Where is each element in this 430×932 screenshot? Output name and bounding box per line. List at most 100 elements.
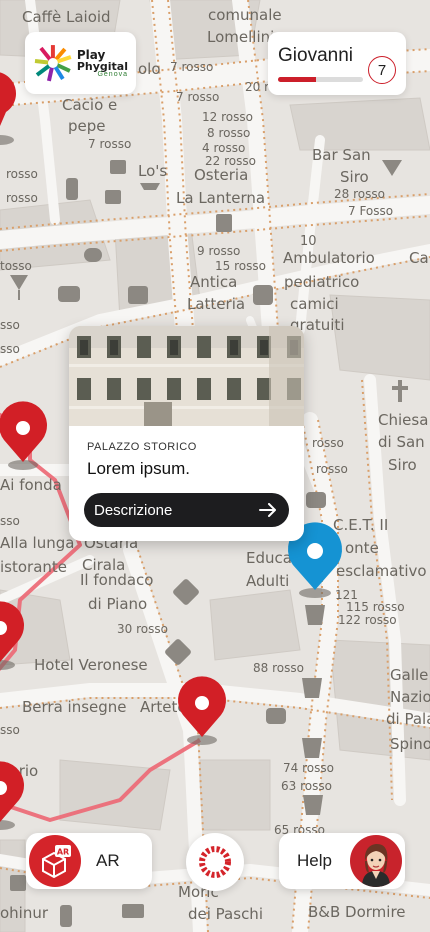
map-label: sso bbox=[0, 514, 20, 528]
basket-icon bbox=[266, 708, 286, 724]
map-label: Ambulatorio bbox=[283, 249, 375, 267]
map-label: La Lanterna bbox=[176, 189, 265, 207]
map-label: esclamativo bbox=[336, 562, 427, 580]
map-label: sso bbox=[0, 723, 20, 737]
map-label: 12 rosso bbox=[202, 110, 253, 124]
restaurant-icon-3 bbox=[10, 875, 26, 891]
map-label: Berra insegne bbox=[22, 698, 127, 716]
map-label: di Pala bbox=[386, 710, 430, 728]
map-label: Ai fonda bbox=[0, 476, 62, 494]
ar-cube-icon: AR bbox=[42, 845, 71, 879]
map-label: Galle bbox=[390, 666, 428, 684]
map-label: Siro bbox=[388, 456, 417, 474]
map-label: sso bbox=[0, 342, 20, 356]
map-label: 7 Fosso bbox=[348, 204, 393, 218]
map-label: 28 rosso bbox=[334, 187, 385, 201]
bottle-icon-2 bbox=[60, 905, 72, 927]
arrow-right-icon bbox=[259, 503, 276, 517]
map-label: Chiesa bbox=[378, 411, 428, 429]
poi-category: PALAZZO STORICO bbox=[87, 441, 197, 453]
help-label: Help bbox=[297, 851, 332, 870]
map-label: Siro bbox=[340, 168, 369, 186]
map-label: Latteria bbox=[187, 295, 245, 313]
map-label: Adulti bbox=[246, 572, 289, 590]
map-label: tosso bbox=[0, 259, 32, 273]
poi-title: Lorem ipsum. bbox=[87, 459, 190, 478]
map-label: ohinur bbox=[0, 904, 49, 922]
map-label: di San bbox=[378, 433, 425, 451]
shirt-icon-3 bbox=[302, 738, 322, 758]
map-label: rosso bbox=[316, 462, 348, 476]
logo-mark-icon bbox=[34, 45, 72, 82]
map-label: 88 rosso bbox=[253, 661, 304, 675]
map-label: di Piano bbox=[88, 595, 147, 613]
fork-knife-icon bbox=[110, 160, 126, 174]
map-label: Cacio e bbox=[62, 96, 117, 114]
map-label: rosso bbox=[6, 167, 38, 181]
map-label: 8 rosso bbox=[207, 126, 250, 140]
mail-icon bbox=[122, 904, 144, 918]
map-label: rosso bbox=[6, 191, 38, 205]
map-label: 115 rosso bbox=[346, 600, 405, 614]
shirt-icon-4 bbox=[303, 795, 323, 815]
help-button[interactable]: Help bbox=[279, 833, 405, 889]
shirt-icon bbox=[305, 605, 325, 625]
map-label: pepe bbox=[68, 117, 106, 135]
map-label: rosso bbox=[312, 436, 344, 450]
map-label: 15 rosso bbox=[215, 259, 266, 273]
map-label: sso bbox=[0, 318, 20, 332]
logo-line-3: Genova bbox=[97, 70, 128, 78]
locate-button[interactable] bbox=[186, 833, 244, 891]
user-level-badge: 7 bbox=[368, 56, 396, 84]
map-label: 7 rosso bbox=[176, 90, 219, 104]
user-progress-fill bbox=[278, 77, 317, 83]
assistant-avatar-icon bbox=[350, 835, 402, 887]
map-label: Alla lunga bbox=[0, 534, 74, 552]
svg-text:AR: AR bbox=[57, 848, 69, 857]
restaurant-icon-2 bbox=[216, 214, 232, 232]
ar-icon-circle: AR bbox=[29, 835, 81, 887]
user-name: Giovanni bbox=[278, 45, 353, 66]
map-label: 30 rosso bbox=[117, 622, 168, 636]
map-label: Caffè Laioid bbox=[22, 8, 111, 26]
map-label: 122 rosso bbox=[338, 613, 397, 627]
user-progress-bar bbox=[278, 77, 363, 83]
map-label: 10 bbox=[300, 234, 317, 249]
bed-icon bbox=[128, 286, 148, 304]
description-button-label: Descrizione bbox=[94, 501, 173, 519]
map-label: Lomellini bbox=[207, 28, 274, 46]
clinic-icon bbox=[253, 285, 273, 305]
bottle-icon bbox=[66, 178, 78, 200]
logo-wordmark: Play Phygital Genova bbox=[77, 49, 128, 78]
map-label: Il fondaco bbox=[80, 571, 153, 589]
ar-label: AR bbox=[96, 851, 120, 870]
map-label: Lo's bbox=[138, 162, 167, 180]
restaurant-icon bbox=[105, 190, 121, 204]
logo-line-1: Play bbox=[76, 47, 106, 62]
church-cross-v bbox=[398, 380, 402, 402]
map-label: istorante bbox=[0, 558, 67, 576]
map-label: 63 rosso bbox=[281, 779, 332, 793]
map-label: B&B Dormire bbox=[308, 903, 406, 921]
map-label: olo bbox=[138, 60, 161, 78]
map-label: 7 rosso bbox=[88, 137, 131, 151]
map-label: Nazio bbox=[390, 688, 430, 706]
locate-ring-icon bbox=[199, 846, 231, 878]
cocktail-stem bbox=[18, 290, 20, 300]
map-label: Hotel Veronese bbox=[34, 656, 148, 674]
map-label: Osteria bbox=[194, 166, 248, 184]
shirt-icon-2 bbox=[302, 678, 322, 698]
description-button[interactable]: Descrizione bbox=[84, 493, 289, 527]
app-logo[interactable]: Play Phygital Genova bbox=[25, 32, 136, 94]
map-label: Antica bbox=[190, 273, 237, 291]
map-label: Bar San bbox=[312, 146, 371, 164]
phone-icon bbox=[58, 286, 80, 302]
church-cross-h bbox=[392, 386, 408, 390]
map-label: 7 rosso bbox=[170, 60, 213, 74]
map-label: camici bbox=[290, 295, 339, 313]
poi-photo bbox=[69, 326, 304, 426]
user-profile-card[interactable]: Giovanni 7 bbox=[268, 32, 406, 95]
ar-button[interactable]: AR AR bbox=[26, 833, 152, 889]
poi-popup-card[interactable]: PALAZZO STORICO Lorem ipsum. Descrizione bbox=[69, 326, 304, 541]
map-label: Spino bbox=[390, 735, 430, 753]
